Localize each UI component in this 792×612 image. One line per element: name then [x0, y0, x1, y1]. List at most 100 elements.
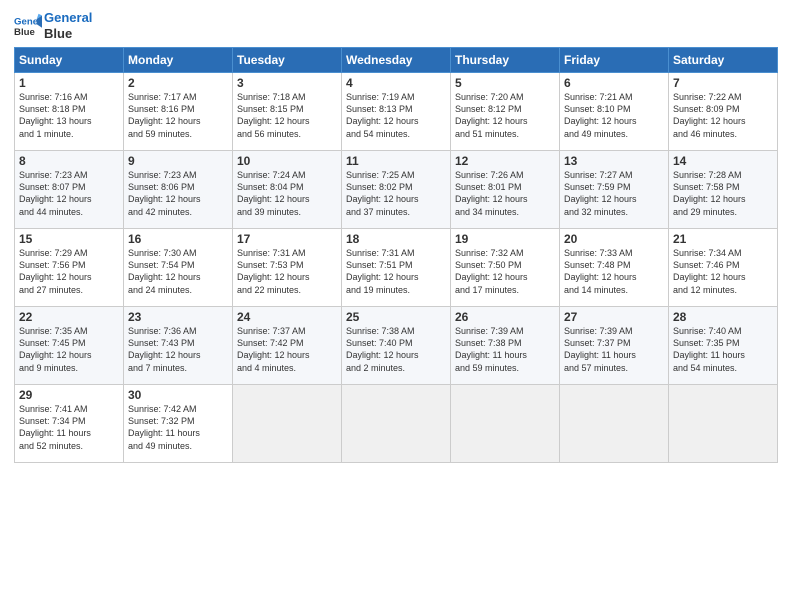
- cell-details: Sunrise: 7:27 AMSunset: 7:59 PMDaylight:…: [564, 169, 664, 218]
- calendar-cell: 25Sunrise: 7:38 AMSunset: 7:40 PMDayligh…: [342, 307, 451, 385]
- day-number: 4: [346, 76, 446, 90]
- calendar-cell: 29Sunrise: 7:41 AMSunset: 7:34 PMDayligh…: [15, 385, 124, 463]
- calendar-cell: 23Sunrise: 7:36 AMSunset: 7:43 PMDayligh…: [124, 307, 233, 385]
- calendar-cell: [669, 385, 778, 463]
- calendar-week-1: 8Sunrise: 7:23 AMSunset: 8:07 PMDaylight…: [15, 151, 778, 229]
- calendar-cell: 18Sunrise: 7:31 AMSunset: 7:51 PMDayligh…: [342, 229, 451, 307]
- calendar-body: 1Sunrise: 7:16 AMSunset: 8:18 PMDaylight…: [15, 73, 778, 463]
- cell-details: Sunrise: 7:16 AMSunset: 8:18 PMDaylight:…: [19, 91, 119, 140]
- calendar-cell: [342, 385, 451, 463]
- calendar-cell: 17Sunrise: 7:31 AMSunset: 7:53 PMDayligh…: [233, 229, 342, 307]
- day-number: 1: [19, 76, 119, 90]
- day-number: 12: [455, 154, 555, 168]
- day-number: 11: [346, 154, 446, 168]
- day-number: 28: [673, 310, 773, 324]
- day-number: 24: [237, 310, 337, 324]
- calendar-cell: 8Sunrise: 7:23 AMSunset: 8:07 PMDaylight…: [15, 151, 124, 229]
- calendar-cell: 4Sunrise: 7:19 AMSunset: 8:13 PMDaylight…: [342, 73, 451, 151]
- day-number: 30: [128, 388, 228, 402]
- cell-details: Sunrise: 7:26 AMSunset: 8:01 PMDaylight:…: [455, 169, 555, 218]
- cell-details: Sunrise: 7:30 AMSunset: 7:54 PMDaylight:…: [128, 247, 228, 296]
- day-number: 26: [455, 310, 555, 324]
- day-number: 29: [19, 388, 119, 402]
- logo: General Blue GeneralBlue: [14, 10, 92, 41]
- cell-details: Sunrise: 7:41 AMSunset: 7:34 PMDaylight:…: [19, 403, 119, 452]
- day-number: 6: [564, 76, 664, 90]
- cell-details: Sunrise: 7:35 AMSunset: 7:45 PMDaylight:…: [19, 325, 119, 374]
- calendar-cell: 12Sunrise: 7:26 AMSunset: 8:01 PMDayligh…: [451, 151, 560, 229]
- day-number: 20: [564, 232, 664, 246]
- logo-text: GeneralBlue: [44, 10, 92, 41]
- day-number: 15: [19, 232, 119, 246]
- calendar-cell: [451, 385, 560, 463]
- day-number: 7: [673, 76, 773, 90]
- cell-details: Sunrise: 7:39 AMSunset: 7:38 PMDaylight:…: [455, 325, 555, 374]
- main-container: General Blue GeneralBlue SundayMondayTue…: [0, 0, 792, 471]
- cell-details: Sunrise: 7:28 AMSunset: 7:58 PMDaylight:…: [673, 169, 773, 218]
- day-number: 3: [237, 76, 337, 90]
- calendar-week-3: 22Sunrise: 7:35 AMSunset: 7:45 PMDayligh…: [15, 307, 778, 385]
- cell-details: Sunrise: 7:39 AMSunset: 7:37 PMDaylight:…: [564, 325, 664, 374]
- header: General Blue GeneralBlue: [14, 10, 778, 41]
- day-number: 23: [128, 310, 228, 324]
- cell-details: Sunrise: 7:40 AMSunset: 7:35 PMDaylight:…: [673, 325, 773, 374]
- cell-details: Sunrise: 7:38 AMSunset: 7:40 PMDaylight:…: [346, 325, 446, 374]
- cell-details: Sunrise: 7:42 AMSunset: 7:32 PMDaylight:…: [128, 403, 228, 452]
- col-header-tuesday: Tuesday: [233, 48, 342, 73]
- cell-details: Sunrise: 7:21 AMSunset: 8:10 PMDaylight:…: [564, 91, 664, 140]
- calendar-cell: 6Sunrise: 7:21 AMSunset: 8:10 PMDaylight…: [560, 73, 669, 151]
- calendar-cell: 3Sunrise: 7:18 AMSunset: 8:15 PMDaylight…: [233, 73, 342, 151]
- cell-details: Sunrise: 7:20 AMSunset: 8:12 PMDaylight:…: [455, 91, 555, 140]
- cell-details: Sunrise: 7:17 AMSunset: 8:16 PMDaylight:…: [128, 91, 228, 140]
- calendar-cell: [560, 385, 669, 463]
- svg-text:Blue: Blue: [14, 26, 35, 37]
- cell-details: Sunrise: 7:29 AMSunset: 7:56 PMDaylight:…: [19, 247, 119, 296]
- day-number: 22: [19, 310, 119, 324]
- day-number: 17: [237, 232, 337, 246]
- col-header-monday: Monday: [124, 48, 233, 73]
- calendar-cell: 9Sunrise: 7:23 AMSunset: 8:06 PMDaylight…: [124, 151, 233, 229]
- col-header-thursday: Thursday: [451, 48, 560, 73]
- day-number: 13: [564, 154, 664, 168]
- cell-details: Sunrise: 7:19 AMSunset: 8:13 PMDaylight:…: [346, 91, 446, 140]
- day-number: 14: [673, 154, 773, 168]
- cell-details: Sunrise: 7:33 AMSunset: 7:48 PMDaylight:…: [564, 247, 664, 296]
- calendar-week-4: 29Sunrise: 7:41 AMSunset: 7:34 PMDayligh…: [15, 385, 778, 463]
- calendar-cell: 24Sunrise: 7:37 AMSunset: 7:42 PMDayligh…: [233, 307, 342, 385]
- calendar-cell: 1Sunrise: 7:16 AMSunset: 8:18 PMDaylight…: [15, 73, 124, 151]
- calendar-cell: 20Sunrise: 7:33 AMSunset: 7:48 PMDayligh…: [560, 229, 669, 307]
- cell-details: Sunrise: 7:32 AMSunset: 7:50 PMDaylight:…: [455, 247, 555, 296]
- calendar-week-2: 15Sunrise: 7:29 AMSunset: 7:56 PMDayligh…: [15, 229, 778, 307]
- day-number: 5: [455, 76, 555, 90]
- calendar-cell: 15Sunrise: 7:29 AMSunset: 7:56 PMDayligh…: [15, 229, 124, 307]
- calendar-cell: 21Sunrise: 7:34 AMSunset: 7:46 PMDayligh…: [669, 229, 778, 307]
- calendar-cell: 16Sunrise: 7:30 AMSunset: 7:54 PMDayligh…: [124, 229, 233, 307]
- calendar-cell: 5Sunrise: 7:20 AMSunset: 8:12 PMDaylight…: [451, 73, 560, 151]
- calendar-cell: 11Sunrise: 7:25 AMSunset: 8:02 PMDayligh…: [342, 151, 451, 229]
- cell-details: Sunrise: 7:36 AMSunset: 7:43 PMDaylight:…: [128, 325, 228, 374]
- cell-details: Sunrise: 7:31 AMSunset: 7:53 PMDaylight:…: [237, 247, 337, 296]
- cell-details: Sunrise: 7:37 AMSunset: 7:42 PMDaylight:…: [237, 325, 337, 374]
- calendar-cell: 28Sunrise: 7:40 AMSunset: 7:35 PMDayligh…: [669, 307, 778, 385]
- day-number: 8: [19, 154, 119, 168]
- calendar-cell: 7Sunrise: 7:22 AMSunset: 8:09 PMDaylight…: [669, 73, 778, 151]
- calendar-cell: 27Sunrise: 7:39 AMSunset: 7:37 PMDayligh…: [560, 307, 669, 385]
- day-number: 25: [346, 310, 446, 324]
- calendar-cell: 10Sunrise: 7:24 AMSunset: 8:04 PMDayligh…: [233, 151, 342, 229]
- cell-details: Sunrise: 7:31 AMSunset: 7:51 PMDaylight:…: [346, 247, 446, 296]
- col-header-saturday: Saturday: [669, 48, 778, 73]
- calendar-cell: 22Sunrise: 7:35 AMSunset: 7:45 PMDayligh…: [15, 307, 124, 385]
- calendar-cell: 2Sunrise: 7:17 AMSunset: 8:16 PMDaylight…: [124, 73, 233, 151]
- cell-details: Sunrise: 7:23 AMSunset: 8:06 PMDaylight:…: [128, 169, 228, 218]
- calendar-cell: 19Sunrise: 7:32 AMSunset: 7:50 PMDayligh…: [451, 229, 560, 307]
- col-header-friday: Friday: [560, 48, 669, 73]
- logo-icon: General Blue: [14, 12, 42, 40]
- calendar-week-0: 1Sunrise: 7:16 AMSunset: 8:18 PMDaylight…: [15, 73, 778, 151]
- col-header-sunday: Sunday: [15, 48, 124, 73]
- day-number: 10: [237, 154, 337, 168]
- day-number: 9: [128, 154, 228, 168]
- calendar-cell: 14Sunrise: 7:28 AMSunset: 7:58 PMDayligh…: [669, 151, 778, 229]
- calendar-header-row: SundayMondayTuesdayWednesdayThursdayFrid…: [15, 48, 778, 73]
- day-number: 19: [455, 232, 555, 246]
- calendar-cell: [233, 385, 342, 463]
